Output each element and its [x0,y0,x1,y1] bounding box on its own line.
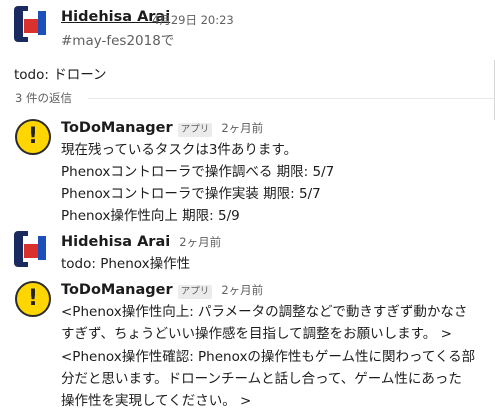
reply-header: ToDoManager アプリ 2ヶ月前 [61,279,263,299]
app-badge: アプリ [177,285,213,299]
user-avatar[interactable] [14,231,50,267]
bot-avatar[interactable]: ! [15,281,51,317]
reply-header: ToDoManager アプリ 2ヶ月前 [61,117,263,137]
reply-author-name[interactable]: ToDoManager [61,282,173,298]
reply-header: Hidehisa Arai 2ヶ月前 [61,231,221,250]
message-line: todo: Phenox操作性 [61,256,191,272]
message-line: <Phenox操作性向上: パラメータの調整などで動きすぎず動かなさ [61,304,468,320]
exclamation-icon: ! [27,286,39,311]
message-line: <Phenox操作性確認: Phenoxの操作性もゲーム性に関わってくる部 [61,349,476,365]
user-avatar[interactable] [14,6,50,42]
reply-author-name[interactable]: Hidehisa Arai [61,234,170,250]
message-line: Phenoxコントローラで操作実装 期限: 5/7 [61,186,321,202]
channel-link[interactable]: #may-fes2018で [61,29,174,49]
message-line: すぎず、ちょうどいい操作感を目指して調整をお願いします。 > [61,326,452,342]
message-line: 操作性を実現してください。 > [61,393,252,409]
bot-avatar[interactable]: ! [15,119,51,155]
reply-time[interactable]: 2ヶ月前 [221,121,263,135]
exclamation-icon: ! [27,124,39,149]
replies-count: 3 件の返信 [15,91,72,105]
message-line: 現在残っているタスクは3件あります。 [61,142,298,158]
reply-time[interactable]: 2ヶ月前 [179,235,221,249]
app-badge: アプリ [177,123,213,137]
message-line: Phenoxコントローラで操作調べる 期限: 5/7 [61,164,335,180]
reply-time[interactable]: 2ヶ月前 [221,283,263,297]
reply-author-name[interactable]: ToDoManager [61,120,173,136]
thread-view: Hidehisa Arai 4月29日 20:23 #may-fes2018で … [0,0,495,416]
replies-divider [88,98,495,99]
message-line: Phenox操作性向上 期限: 5/9 [61,208,240,224]
parent-timestamp[interactable]: 4月29日 20:23 [152,12,234,28]
parent-message-body: todo: ドローン [14,67,107,83]
message-line: 分だと思います。ドローンチームと話し合って、ゲーム性にあった [61,371,462,387]
